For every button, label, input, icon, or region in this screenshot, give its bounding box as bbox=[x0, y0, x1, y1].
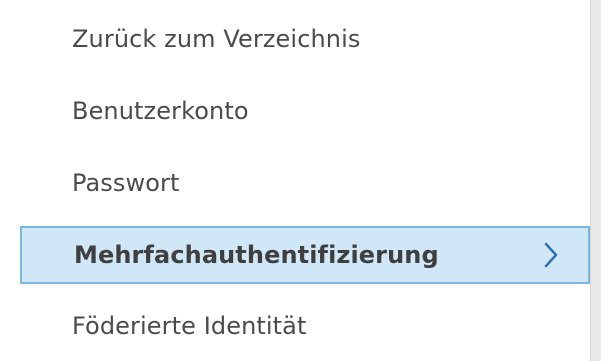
settings-menu: Zurück zum Verzeichnis Benutzerkonto Pas… bbox=[0, 0, 601, 361]
account-settings-panel: Zurück zum Verzeichnis Benutzerkonto Pas… bbox=[0, 0, 601, 361]
menu-item-multifactor-auth[interactable]: Mehrfachauthentifizierung bbox=[20, 226, 590, 284]
menu-item-label: Mehrfachauthentifizierung bbox=[74, 241, 439, 269]
menu-item-label: Föderierte Identität bbox=[72, 312, 307, 340]
menu-item-password[interactable]: Passwort bbox=[20, 155, 590, 211]
menu-item-label: Zurück zum Verzeichnis bbox=[72, 25, 361, 53]
chevron-right-icon bbox=[544, 242, 558, 268]
menu-item-label: Benutzerkonto bbox=[72, 97, 249, 125]
menu-item-user-account[interactable]: Benutzerkonto bbox=[20, 83, 590, 139]
menu-item-federated-identity[interactable]: Föderierte Identität bbox=[20, 298, 590, 354]
menu-item-label: Passwort bbox=[72, 169, 180, 197]
menu-item-back-to-directory[interactable]: Zurück zum Verzeichnis bbox=[20, 11, 590, 67]
